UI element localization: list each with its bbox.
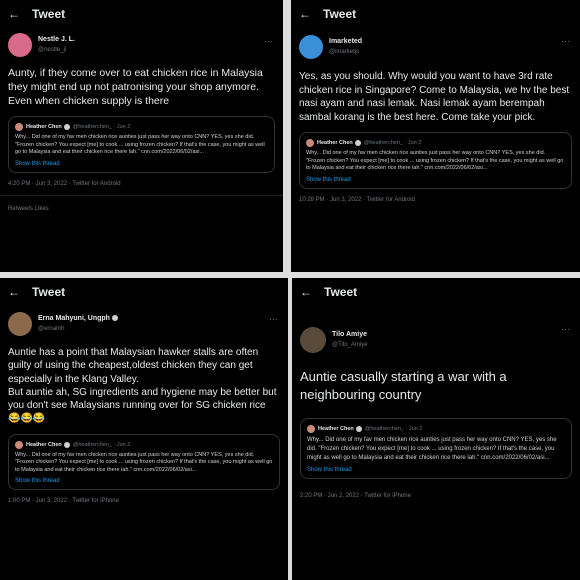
verified-badge-icon (63, 124, 70, 130)
tweet-panel-3: ← Tweet Erna Mahyuni, Ungph @ernamh ··· … (0, 278, 288, 580)
back-arrow-icon[interactable]: ← (299, 7, 317, 21)
tweet-timestamp[interactable]: 4:20 PM · Jun 3, 2022 · Twitter for Andr… (0, 173, 283, 187)
tweet-timestamp[interactable]: 10:28 PM · Jun 3, 2022 · Twitter for And… (291, 189, 580, 203)
user-handle: @imarketjs (329, 49, 360, 55)
tweet-author: Nestle J. L. @nestle_jl ··· (0, 28, 283, 62)
quoted-handle-time: @heatherchen_ · Jun 2 (363, 140, 422, 146)
show-thread-link[interactable]: Show this thread (306, 177, 565, 183)
quoted-tweet[interactable]: Heather Chen @heatherchen_ · Jun 2 Why..… (299, 132, 572, 189)
quoted-tweet[interactable]: Heather Chen @heatherchen_ · Jun 2 Why..… (8, 433, 280, 491)
tweet-timestamp[interactable]: 1:00 PM · Jun 3, 2022 · Twitter for iPho… (0, 490, 288, 504)
verified-badge-icon (63, 441, 70, 448)
top-bar: ← Tweet (0, 0, 283, 28)
quoted-text: Why... Did one of my fav men chicken ric… (15, 134, 265, 155)
quoted-handle-time: @heatherchen_ · Jun 2 (72, 441, 131, 448)
tweet-text: Auntie has a point that Malaysian hawker… (8, 347, 277, 425)
avatar[interactable] (300, 327, 326, 353)
tweet-author: Erna Mahyuni, Ungph @ernamh ··· (0, 306, 288, 342)
quoted-author-name: Heather Chen (317, 140, 353, 146)
tweet-timestamp[interactable]: 2:20 PM · Jun 2, 2022 · Twitter for iPho… (292, 479, 580, 499)
header-title: Tweet (32, 7, 66, 21)
quoted-author-name: Heather Chen (26, 441, 62, 448)
quoted-tweet[interactable]: Heather Chen @heatherchen_ · Jun 2 Why..… (8, 116, 275, 173)
show-thread-link[interactable]: Show this thread (15, 478, 273, 484)
quoted-avatar (306, 139, 314, 147)
verified-badge-icon (354, 140, 361, 146)
quoted-avatar (15, 440, 23, 449)
tweet-panel-1: ← Tweet Nestle J. L. @nestle_jl ··· Aunt… (0, 0, 283, 272)
back-arrow-icon[interactable]: ← (8, 285, 26, 299)
tweet-panel-2: ← Tweet Imarketed @imarketjs ··· Yes, as… (291, 0, 580, 272)
tweet-text: Aunty, if they come over to eat chicken … (8, 67, 266, 107)
display-name[interactable]: Tilo Amiye (332, 330, 368, 340)
header-title: Tweet (324, 285, 358, 299)
show-thread-link[interactable]: Show this thread (15, 161, 268, 167)
display-name[interactable]: Imarketed (329, 37, 362, 47)
quoted-author-name: Heather Chen (26, 124, 62, 130)
tweet-stats[interactable]: Retweets Likes (0, 194, 283, 212)
back-arrow-icon[interactable]: ← (300, 285, 318, 299)
top-bar: ← Tweet (0, 278, 288, 306)
quoted-avatar (15, 123, 23, 131)
top-bar: ← Tweet (292, 278, 580, 306)
more-options-icon[interactable]: ··· (561, 324, 570, 334)
avatar[interactable] (299, 35, 323, 59)
tweet-author: Imarketed @imarketjs ··· (291, 28, 580, 66)
header-title: Tweet (323, 7, 357, 21)
tweet-panel-4: ← Tweet Tilo Amiye @Tilo_Amiye ··· Aunti… (292, 278, 580, 580)
quoted-tweet[interactable]: Heather Chen @heatherchen_ · Jun 2 Why..… (300, 418, 572, 479)
quoted-text: Why... Did one of my fav men chicken ric… (307, 437, 557, 461)
more-options-icon[interactable]: ··· (264, 36, 273, 46)
verified-badge-icon (111, 315, 118, 322)
more-options-icon[interactable]: ··· (561, 36, 570, 46)
quoted-avatar (307, 425, 315, 433)
display-name[interactable]: Erna Mahyuni, Ungph (38, 314, 118, 324)
display-name[interactable]: Nestle J. L. (38, 35, 75, 45)
user-handle: @nestle_jl (38, 47, 67, 53)
quoted-text: Why... Did one of my fav men chicken ric… (15, 451, 273, 473)
quoted-text: Why... Did one of my fav men chicken ric… (306, 150, 564, 171)
display-name-text: Erna Mahyuni, Ungph (38, 315, 110, 322)
user-handle: @Tilo_Amiye (332, 342, 368, 348)
tweet-author: Tilo Amiye @Tilo_Amiye ··· (292, 316, 580, 364)
avatar[interactable] (8, 312, 32, 336)
back-arrow-icon[interactable]: ← (8, 7, 26, 21)
quoted-handle-time: @heatherchen_ · Jun 2 (72, 124, 131, 130)
avatar[interactable] (8, 33, 32, 57)
top-bar: ← Tweet (291, 0, 580, 28)
show-thread-link[interactable]: Show this thread (307, 467, 565, 473)
user-handle: @ernamh (38, 326, 65, 332)
more-options-icon[interactable]: ··· (269, 314, 278, 324)
header-title: Tweet (32, 285, 66, 299)
quoted-handle-time: @heatherchen_ · Jun 2 (364, 426, 423, 432)
tweet-text: Yes, as you should. Why would you want t… (299, 71, 572, 123)
tweet-text: Auntie casually starting a war with a ne… (300, 369, 511, 402)
quoted-author-name: Heather Chen (318, 426, 354, 432)
verified-badge-icon (355, 426, 362, 432)
